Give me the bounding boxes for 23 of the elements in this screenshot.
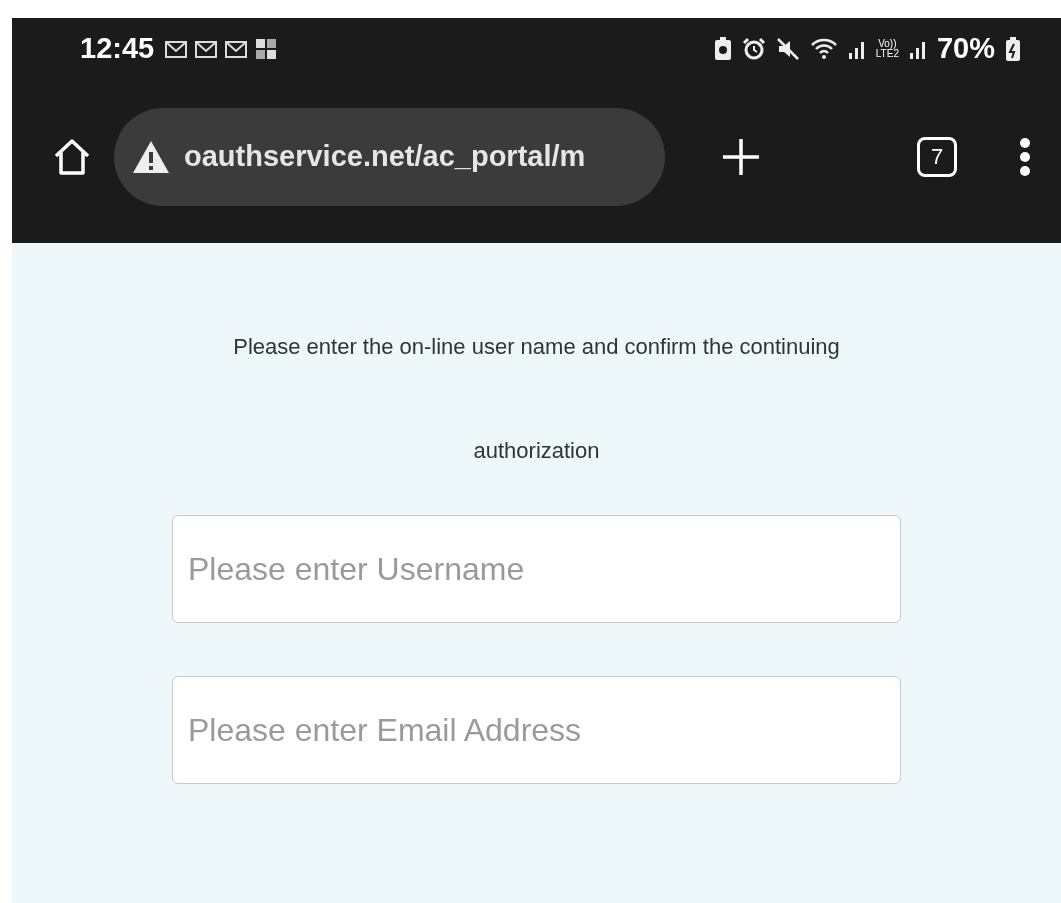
battery-icon [1005,36,1021,62]
app-icon [254,37,279,61]
input-field[interactable]: Please enter Username [172,515,901,623]
mail-icon [164,39,189,59]
volte-label: Vo)) [878,39,897,49]
menu-icon[interactable] [1019,136,1031,177]
alarm-icon [741,37,766,61]
status-time: 12:45 [80,31,155,67]
battery-percent: 70% [936,31,995,67]
battery-saver-icon [713,37,732,61]
mail-icon [194,39,219,59]
warning-icon [132,139,170,174]
address-bar[interactable]: oauthservice.net/ac_portal/m [114,107,665,206]
network-label: LTE2 [875,49,899,59]
url-text: oauthservice.net/ac_portal/m [184,138,586,174]
tab-switcher-button[interactable]: 7 [917,136,957,177]
mail-icon [224,39,249,59]
wifi-icon [809,37,838,61]
input-field[interactable]: Please enter Email Address [172,676,901,784]
instruction-text: Please enter the on-line user name and confirm the continuing authorization [232,333,841,465]
new-tab-icon[interactable] [721,136,761,177]
home-icon[interactable] [52,137,92,176]
mute-icon [775,37,800,61]
